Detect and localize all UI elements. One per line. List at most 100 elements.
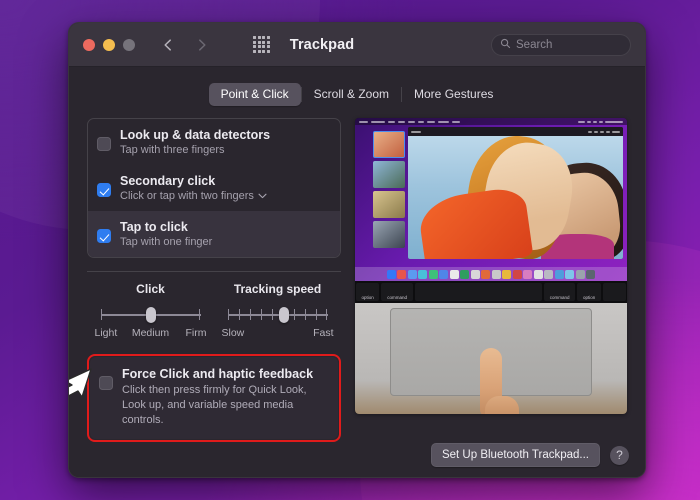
photo-thumbnail [373,221,405,248]
slider-tick [228,309,230,320]
tracking-speed-max-label: Fast [313,327,333,339]
slider-tick [199,309,201,320]
menubar-item [371,121,385,123]
photos-toolbar [408,127,623,136]
photo-thumbnail [373,191,405,218]
photo-thumbnail [373,131,405,158]
option-subtitle: Tap with one finger [120,236,212,248]
dock-icon [387,270,396,279]
window-footer: Set Up Bluetooth Trackpad... ? [69,433,645,477]
slider-tick [316,309,318,320]
click-slider-mid-label: Medium [132,327,169,339]
navigation-controls [161,36,270,53]
menubar-clock [605,121,623,123]
dock-icon [523,270,532,279]
look-up-checkbox[interactable] [97,137,111,151]
setup-bluetooth-trackpad-button[interactable]: Set Up Bluetooth Trackpad... [431,443,600,467]
key-option-right: option [577,283,600,301]
slider-tick [305,309,307,320]
menubar-status-icon [593,121,597,123]
minimize-button[interactable] [103,39,115,51]
dock-icon [418,270,427,279]
dock-icon [586,270,595,279]
traffic-lights [83,39,135,51]
option-text: Look up & data detectors Tap with three … [120,128,270,156]
help-button[interactable]: ? [610,446,629,465]
options-panel: Look up & data detectors Tap with three … [87,118,341,258]
force-click-highlight-box: Force Click and haptic feedback Click th… [87,354,341,442]
tracking-speed-labels: Slow Fast [222,327,334,339]
preview-keyboard-row: option command command option [355,281,627,303]
menubar-item [418,121,424,123]
chevron-down-icon[interactable] [258,190,267,202]
option-subtitle: Tap with three fingers [120,144,270,156]
click-slider[interactable] [101,308,201,322]
tracking-speed-slider[interactable] [228,308,328,322]
zoom-button[interactable] [123,39,135,51]
dock-icon [534,270,543,279]
menubar-item [452,121,460,123]
window-titlebar: Trackpad Search [69,23,645,67]
option-row-tap-to-click[interactable]: Tap to click Tap with one finger [88,211,340,257]
option-subtitle-text: Tap with three fingers [120,144,225,156]
annotation-arrow-icon [68,366,97,408]
menubar-status-icon [599,121,603,123]
gesture-preview-video[interactable]: option command command option [355,118,627,414]
settings-column: Look up & data detectors Tap with three … [87,118,341,442]
all-preferences-grid-icon[interactable] [253,36,270,53]
tab-scroll-and-zoom[interactable]: Scroll & Zoom [302,83,401,106]
force-click-checkbox[interactable] [99,376,113,390]
tab-point-and-click[interactable]: Point & Click [209,83,301,106]
tabstrip: Point & Click Scroll & Zoom More Gesture… [209,83,506,106]
search-placeholder: Search [516,39,552,51]
tab-more-gestures[interactable]: More Gestures [402,83,505,106]
click-slider-knob[interactable] [146,307,156,323]
key-space [415,283,542,301]
key-option-left: option [356,283,379,301]
click-slider-labels: Light Medium Firm [95,327,207,339]
search-field[interactable]: Search [491,34,631,56]
toolbar-item [411,131,421,133]
slider-tick [239,309,241,320]
preview-mac-screen [355,118,627,281]
option-title: Tap to click [120,220,212,234]
search-icon [500,36,511,54]
toolbar-icon [594,131,598,133]
option-row-secondary-click[interactable]: Secondary click Click or tap with two fi… [88,165,340,211]
toolbar-right [588,131,620,133]
option-row-look-up[interactable]: Look up & data detectors Tap with three … [88,119,340,165]
option-subtitle: Click or tap with two fingers [120,190,267,202]
back-chevron-icon[interactable] [161,38,175,52]
tap-to-click-checkbox[interactable] [97,229,111,243]
force-click-text: Force Click and haptic feedback Click th… [122,367,328,428]
dock-icon [492,270,501,279]
option-text: Secondary click Click or tap with two fi… [120,174,267,202]
close-button[interactable] [83,39,95,51]
option-title: Look up & data detectors [120,128,270,142]
click-slider-group: Click Light Medium Firm [87,282,214,339]
preview-menubar [355,118,627,125]
page-title: Trackpad [290,37,354,53]
menubar-item [359,121,368,123]
dock-icon [513,270,522,279]
dock-icon [544,270,553,279]
force-click-row[interactable]: Force Click and haptic feedback Click th… [90,357,338,439]
force-click-section: Force Click and haptic feedback Click th… [87,354,341,442]
slider-tick [101,309,103,320]
menubar-item [408,121,415,123]
slider-track [228,314,328,316]
secondary-click-checkbox[interactable] [97,183,111,197]
preview-trackpad-area [355,303,627,414]
click-slider-label: Click [136,282,165,296]
slider-tick [250,309,252,320]
dock-icon [429,270,438,279]
dock-icon [576,270,585,279]
menubar-item [438,121,449,123]
menubar-status-icon [587,121,591,123]
tracking-speed-knob[interactable] [279,307,289,323]
slider-tick [326,309,328,320]
option-subtitle-text: Tap with one finger [120,236,212,248]
menubar-status-icon [578,121,585,123]
photo-thumbnail [373,161,405,188]
dock-icon [397,270,406,279]
